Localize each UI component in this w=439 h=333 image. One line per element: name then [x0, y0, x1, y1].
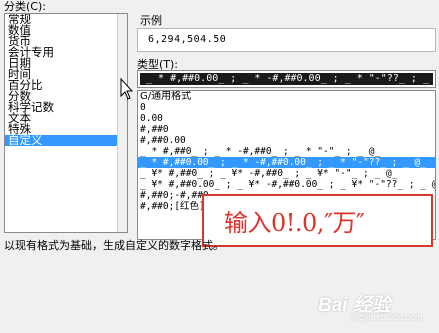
format-item[interactable]: _ ¥* #,##0_ ; _ ¥* -#,##0_ ; _ ¥* "-"_ ;…: [138, 168, 435, 179]
format-item[interactable]: _ * #,##0_ ; _ * -#,##0_ ; _ * "-"_ ; _ …: [138, 146, 435, 157]
format-item[interactable]: #,##0: [138, 124, 435, 135]
sample-value: 6,294,504.50: [148, 34, 227, 45]
category-listbox[interactable]: 常规 数值 货币 会计专用 日期 时间 百分比 分数 科学记数 文本 特殊 自定义: [4, 13, 128, 233]
format-item[interactable]: _ ¥* #,##0.00_ ; _ ¥* -#,##0.00_ ; _ ¥* …: [138, 179, 435, 190]
baidu-watermark: Bai 经验 jingyan.baidu.com: [288, 282, 438, 332]
annotation-box: 输入0!.0,″万″: [202, 194, 433, 247]
category-item[interactable]: 自定义: [5, 134, 127, 146]
category-scrollbar[interactable]: [117, 14, 127, 232]
description-text: 以现有格式为基础，生成自定义的数字格式。: [4, 239, 224, 252]
watermark-subtext: jingyan.baidu.com: [350, 312, 423, 322]
format-item[interactable]: #,##0.00: [138, 135, 435, 146]
type-input-value: _ * #,##0.00_ ; _ * -#,##0.00_ ; _ * "-"…: [140, 73, 433, 85]
sample-label: 示例: [140, 14, 162, 27]
mouse-pointer-icon: [120, 78, 134, 100]
sample-box: 6,294,504.50: [137, 28, 436, 52]
format-item[interactable]: 0.00: [138, 113, 435, 124]
type-input[interactable]: _ * #,##0.00_ ; _ * -#,##0.00_ ; _ * "-"…: [137, 70, 436, 88]
format-item[interactable]: G/通用格式: [138, 91, 435, 102]
annotation-text: 输入0!.0,″万″: [224, 209, 365, 237]
format-item[interactable]: _ * #,##0.00_ ; _ * -#,##0.00_ ; _ * "-"…: [138, 157, 435, 168]
category-label: 分类(C):: [4, 0, 46, 13]
format-item[interactable]: 0: [138, 102, 435, 113]
